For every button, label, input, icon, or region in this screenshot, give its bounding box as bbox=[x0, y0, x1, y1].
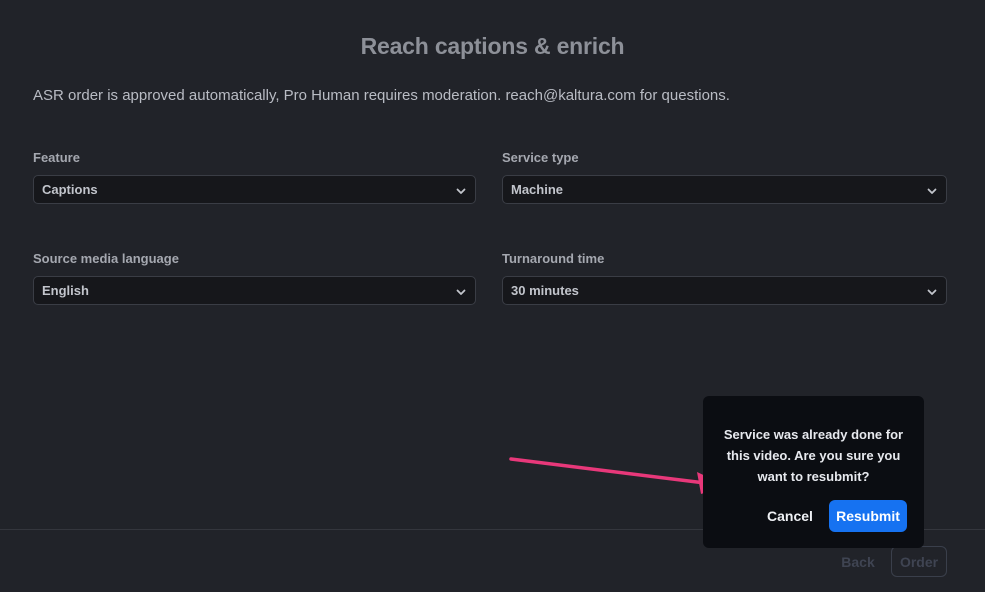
popover-message: Service was already done for this video.… bbox=[723, 427, 904, 484]
source-language-select-value: English bbox=[42, 283, 89, 298]
resubmit-confirm-popover: Service was already done for this video.… bbox=[703, 396, 924, 548]
source-language-label: Source media language bbox=[33, 251, 179, 266]
page-description: ASR order is approved automatically, Pro… bbox=[33, 87, 730, 104]
service-type-select-value: Machine bbox=[511, 182, 564, 197]
back-button[interactable]: Back bbox=[836, 547, 880, 577]
turnaround-label: Turnaround time bbox=[502, 251, 605, 266]
chevron-down-icon bbox=[456, 289, 466, 295]
turnaround-select[interactable]: 30 minutes bbox=[502, 276, 947, 305]
turnaround-select-value: 30 minutes bbox=[511, 283, 579, 298]
chevron-down-icon bbox=[927, 188, 937, 194]
feature-select[interactable]: Captions bbox=[33, 175, 476, 204]
page-title: Reach captions & enrich bbox=[360, 33, 625, 59]
chevron-down-icon bbox=[456, 188, 466, 194]
feature-select-value: Captions bbox=[42, 182, 98, 197]
service-type-select[interactable]: Machine bbox=[502, 175, 947, 204]
source-language-select[interactable]: English bbox=[33, 276, 476, 305]
feature-label: Feature bbox=[33, 150, 80, 165]
arrow-right-icon bbox=[509, 457, 727, 494]
chevron-down-icon bbox=[927, 289, 937, 295]
order-button[interactable]: Order bbox=[891, 546, 947, 577]
reach-captions-page: Reach captions & enrich ASR order is app… bbox=[0, 0, 985, 592]
cancel-button[interactable]: Cancel bbox=[759, 500, 821, 532]
service-type-label: Service type bbox=[502, 150, 579, 165]
resubmit-button[interactable]: Resubmit bbox=[829, 500, 907, 532]
